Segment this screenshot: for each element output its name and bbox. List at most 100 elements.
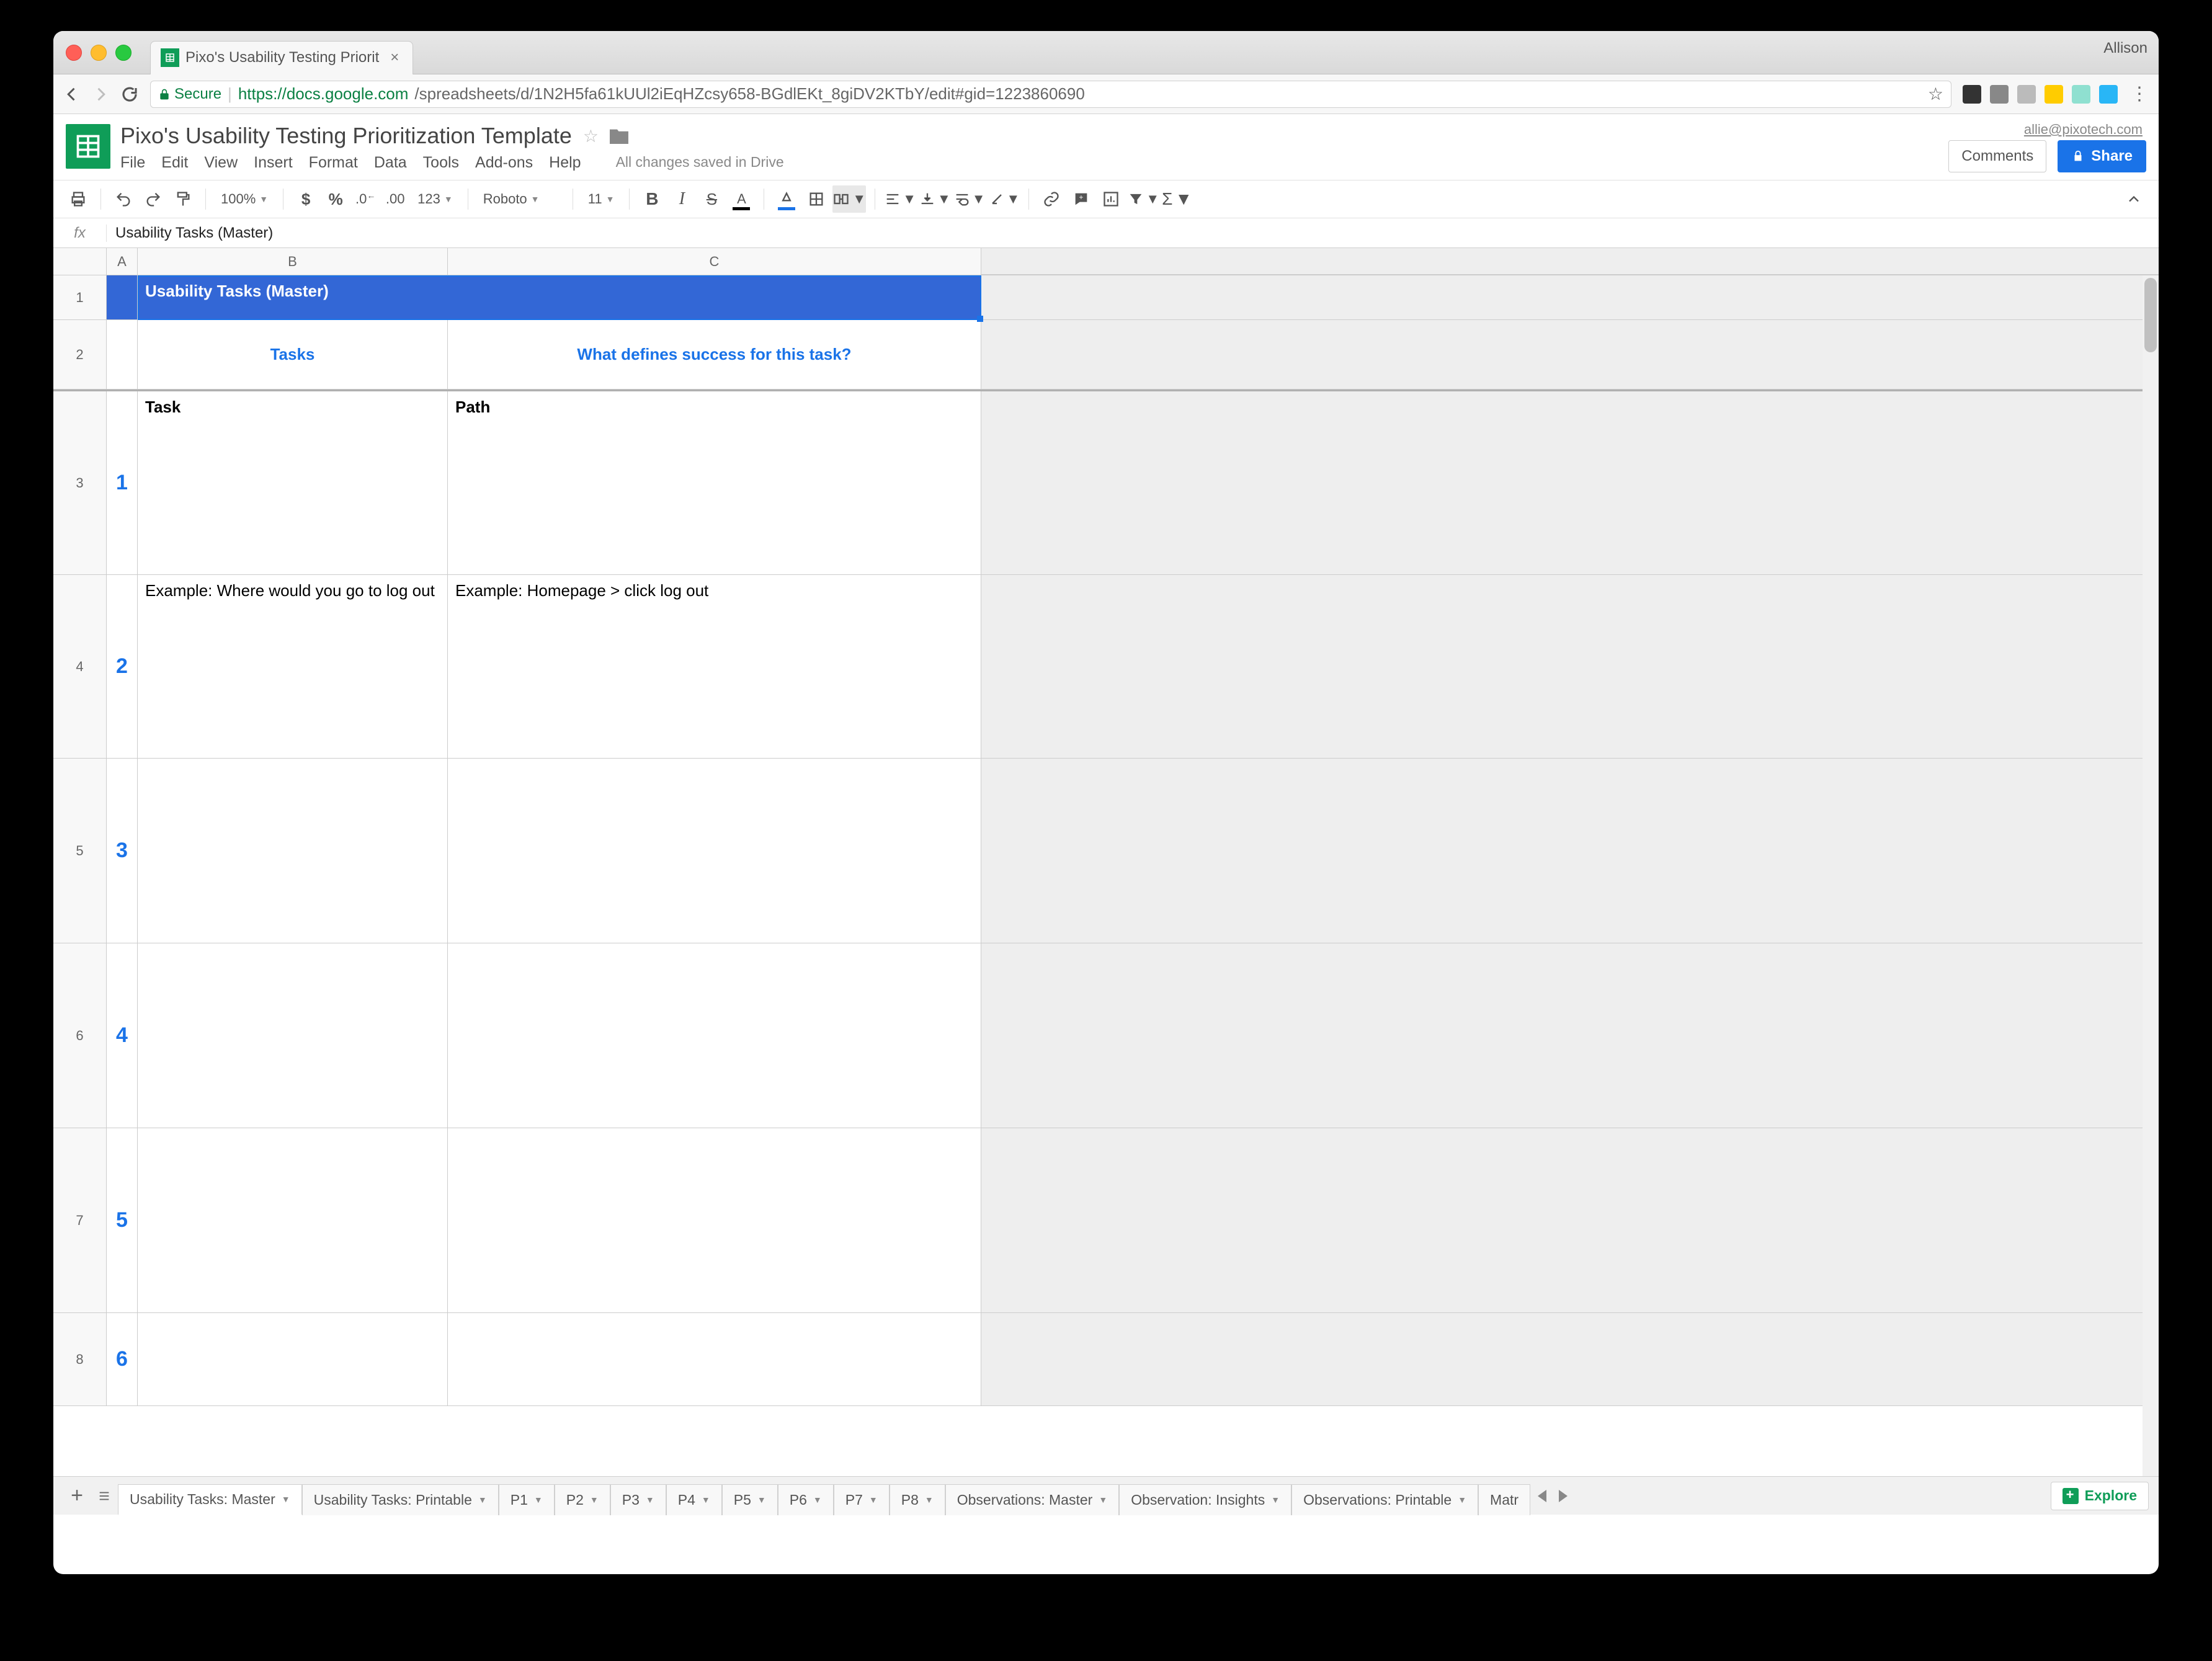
row-header-1[interactable]: 1 <box>53 275 107 320</box>
row-header-3[interactable]: 3 <box>53 391 107 575</box>
sheet-tab[interactable]: P4▼ <box>666 1484 722 1515</box>
forward-button[interactable] <box>92 86 109 103</box>
print-icon[interactable] <box>65 185 92 213</box>
all-sheets-button[interactable] <box>91 1482 118 1510</box>
cell-C5[interactable] <box>448 759 981 943</box>
cell-C3[interactable]: Path <box>448 391 981 575</box>
cell-A4[interactable]: 2 <box>107 575 138 759</box>
text-wrap-button[interactable]: ▼ <box>953 185 986 213</box>
strikethrough-button[interactable]: S <box>698 185 725 213</box>
reload-button[interactable] <box>120 85 139 104</box>
menu-insert[interactable]: Insert <box>254 154 293 172</box>
decrease-decimal-icon[interactable]: .0← <box>352 185 379 213</box>
sheet-tab-active[interactable]: Usability Tasks: Master▼ <box>118 1484 302 1515</box>
paint-format-icon[interactable] <box>169 185 197 213</box>
redo-icon[interactable] <box>140 185 167 213</box>
menu-file[interactable]: File <box>120 154 145 172</box>
add-sheet-button[interactable]: + <box>63 1482 91 1510</box>
borders-button[interactable] <box>803 185 830 213</box>
tab-scroll-right-icon[interactable] <box>1559 1490 1568 1502</box>
menu-view[interactable]: View <box>204 154 238 172</box>
vertical-scrollbar[interactable] <box>2143 275 2159 1476</box>
cell-B6[interactable] <box>138 943 448 1128</box>
column-header-B[interactable]: B <box>138 248 448 275</box>
cell-A5[interactable]: 3 <box>107 759 138 943</box>
cell-B7[interactable] <box>138 1128 448 1313</box>
chrome-profile-name[interactable]: Allison <box>2103 40 2147 57</box>
extension-icon[interactable] <box>2072 85 2090 104</box>
zoom-select[interactable]: 100%▼ <box>215 185 274 213</box>
extension-icon[interactable] <box>1990 85 2009 104</box>
text-color-button[interactable]: A <box>728 185 755 213</box>
fill-color-button[interactable] <box>773 185 800 213</box>
cell-B4[interactable]: Example: Where would you go to log out <box>138 575 448 759</box>
italic-button[interactable]: I <box>668 185 695 213</box>
browser-tab[interactable]: Pixo's Usability Testing Priorit × <box>150 41 413 74</box>
cell-B5[interactable] <box>138 759 448 943</box>
extension-icon[interactable] <box>2099 85 2118 104</box>
window-close-button[interactable] <box>66 45 82 61</box>
move-folder-icon[interactable] <box>610 128 628 144</box>
explore-button[interactable]: Explore <box>2051 1482 2149 1510</box>
sheet-tab[interactable]: P6▼ <box>778 1484 834 1515</box>
number-format-select[interactable]: 123▼ <box>411 185 459 213</box>
menu-data[interactable]: Data <box>374 154 407 172</box>
back-button[interactable] <box>63 86 81 103</box>
cell-C6[interactable] <box>448 943 981 1128</box>
cell-B2[interactable]: Tasks <box>138 320 448 390</box>
sheet-tab[interactable]: P8▼ <box>890 1484 945 1515</box>
sheet-tab[interactable]: Usability Tasks: Printable▼ <box>302 1484 499 1515</box>
chrome-menu-icon[interactable]: ⋮ <box>2130 83 2149 105</box>
functions-icon[interactable]: Σ▼ <box>1162 185 1192 213</box>
increase-decimal-icon[interactable]: .00 <box>381 185 409 213</box>
font-size-select[interactable]: 11▼ <box>582 185 621 213</box>
undo-icon[interactable] <box>110 185 137 213</box>
cell-A8[interactable]: 6 <box>107 1313 138 1406</box>
font-family-select[interactable]: Roboto▼ <box>477 185 564 213</box>
sheet-tab[interactable]: P3▼ <box>610 1484 666 1515</box>
menu-edit[interactable]: Edit <box>161 154 188 172</box>
merge-cells-button[interactable]: ▼ <box>832 185 866 213</box>
comments-button[interactable]: Comments <box>1948 140 2046 172</box>
menu-help[interactable]: Help <box>549 154 581 172</box>
collapse-toolbar-icon[interactable] <box>2120 185 2147 213</box>
bold-button[interactable]: B <box>638 185 666 213</box>
cell-B3[interactable]: Task <box>138 391 448 575</box>
cell-C2[interactable]: What defines success for this task? <box>448 320 981 390</box>
menu-format[interactable]: Format <box>309 154 358 172</box>
extension-icon[interactable] <box>2045 85 2063 104</box>
format-percent-icon[interactable]: % <box>322 185 349 213</box>
select-all-corner[interactable] <box>53 248 107 275</box>
cell-A3[interactable]: 1 <box>107 391 138 575</box>
window-maximize-button[interactable] <box>115 45 132 61</box>
address-bar[interactable]: Secure | https://docs.google.com/spreads… <box>150 81 1951 108</box>
cell-B8[interactable] <box>138 1313 448 1406</box>
insert-chart-icon[interactable] <box>1097 185 1125 213</box>
column-header-A[interactable]: A <box>107 248 138 275</box>
menu-addons[interactable]: Add-ons <box>475 154 533 172</box>
row-header-6[interactable]: 6 <box>53 943 107 1128</box>
formula-input[interactable]: Usability Tasks (Master) <box>107 225 2159 242</box>
sheet-tab[interactable]: Observations: Master▼ <box>945 1484 1119 1515</box>
sheet-tab[interactable]: P1▼ <box>499 1484 555 1515</box>
cell-C8[interactable] <box>448 1313 981 1406</box>
sheet-tab[interactable]: P5▼ <box>722 1484 778 1515</box>
sheet-tab[interactable]: P7▼ <box>834 1484 890 1515</box>
row-header-2[interactable]: 2 <box>53 320 107 390</box>
cell-A1[interactable] <box>107 275 138 320</box>
row-header-8[interactable]: 8 <box>53 1313 107 1406</box>
row-header-7[interactable]: 7 <box>53 1128 107 1313</box>
insert-comment-icon[interactable]: + <box>1068 185 1095 213</box>
sheet-tab[interactable]: Matr <box>1478 1484 1530 1515</box>
vertical-align-button[interactable]: ▼ <box>919 185 951 213</box>
filter-icon[interactable]: ▼ <box>1127 185 1159 213</box>
row-header-5[interactable]: 5 <box>53 759 107 943</box>
document-title[interactable]: Pixo's Usability Testing Prioritization … <box>120 123 572 149</box>
extension-icon[interactable] <box>1963 85 1981 104</box>
cell-A6[interactable]: 4 <box>107 943 138 1128</box>
format-currency-icon[interactable]: $ <box>292 185 319 213</box>
tab-close-icon[interactable]: × <box>390 49 399 66</box>
extension-icon[interactable] <box>2017 85 2036 104</box>
window-minimize-button[interactable] <box>91 45 107 61</box>
insert-link-icon[interactable] <box>1038 185 1065 213</box>
